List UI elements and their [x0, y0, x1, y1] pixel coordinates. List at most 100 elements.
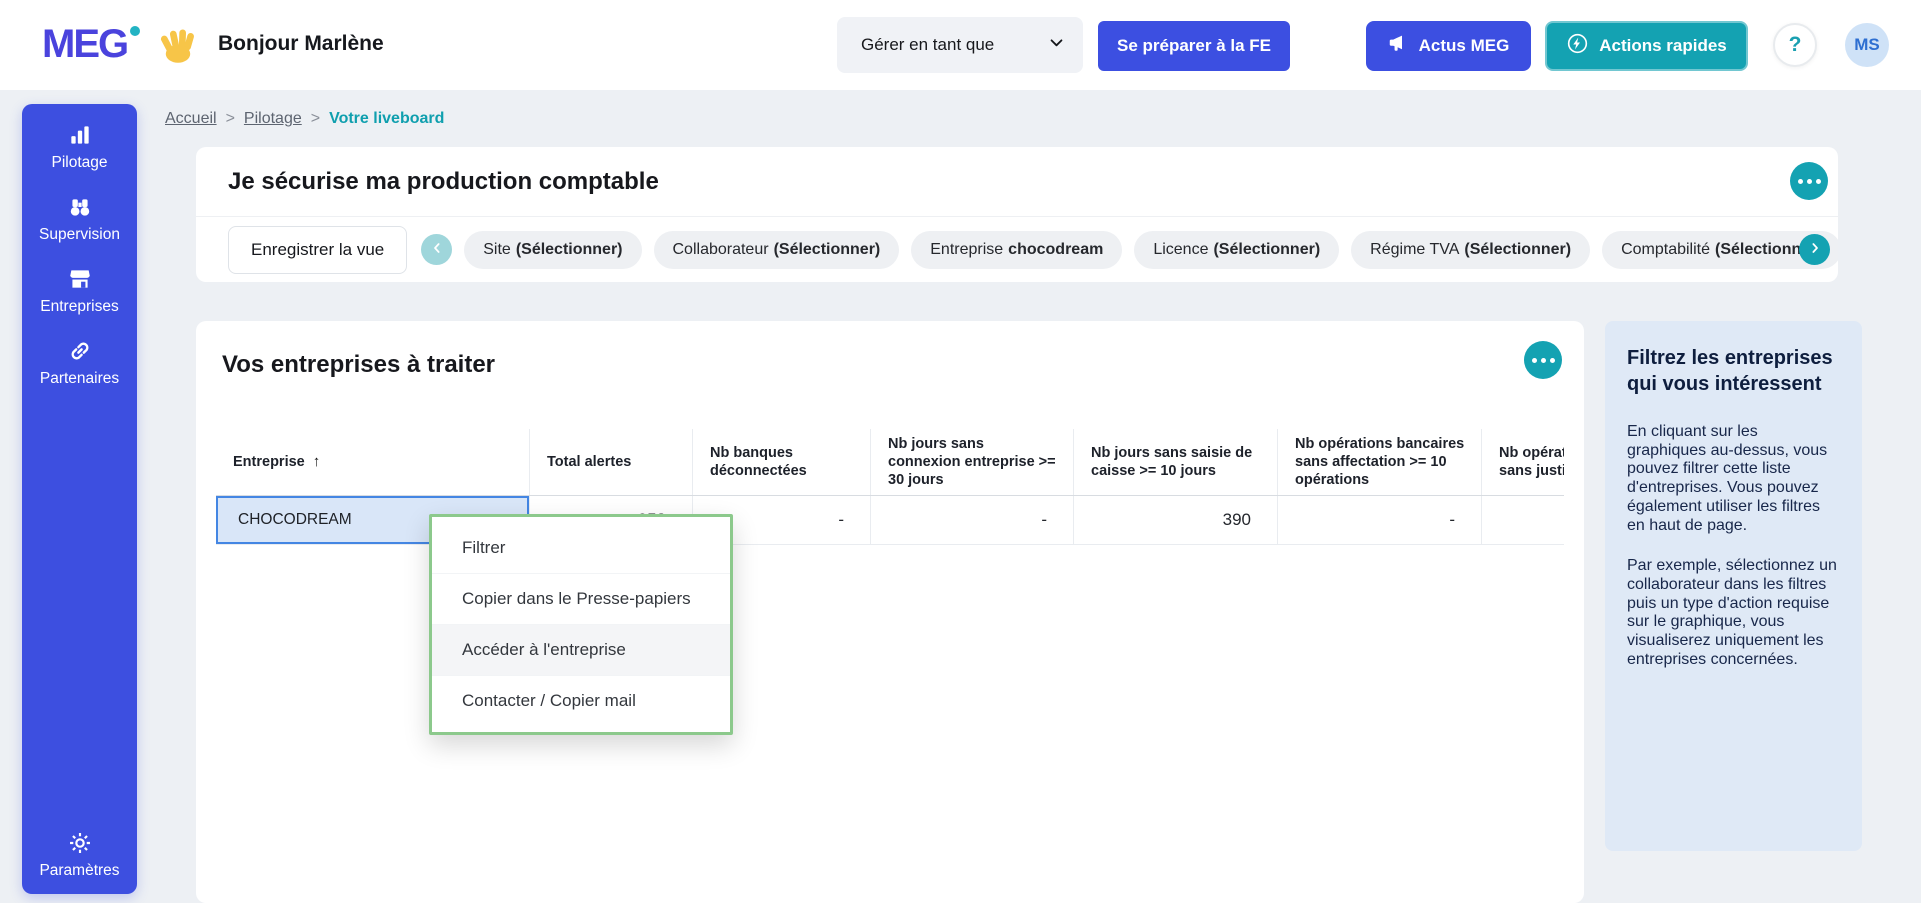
entreprises-table: Entreprise ↑ Total alertes Nb banques dé… [216, 429, 1564, 545]
info-panel-title: Filtrez les entreprises qui vous intéres… [1627, 347, 1833, 395]
sidebar-item-pilotage[interactable]: Pilotage [22, 122, 137, 172]
ellipsis-icon [1797, 178, 1803, 184]
breadcrumb-separator: > [225, 110, 235, 127]
filter-value: (Sélectionner) [773, 240, 881, 258]
sidebar-item-partenaires[interactable]: Partenaires [22, 338, 137, 388]
liveboard-card: Je sécurise ma production comptable Enre… [196, 147, 1838, 282]
ellipsis-icon [1531, 357, 1537, 363]
storefront-icon [67, 266, 93, 292]
filter-value: (Sélectionner) [1213, 240, 1321, 258]
manage-as-dropdown[interactable]: Gérer en tant que [837, 17, 1083, 73]
filters-scroll-left-button[interactable] [421, 234, 453, 265]
breadcrumb-current: Votre liveboard [329, 110, 445, 127]
sidebar-item-entreprises[interactable]: Entreprises [22, 266, 137, 316]
info-panel-paragraph-1: En cliquant sur les graphiques au-dessus… [1627, 423, 1828, 534]
sidebar-label-pilotage: Pilotage [51, 154, 108, 171]
lightning-icon [1566, 32, 1589, 60]
liveboard-more-button[interactable] [1790, 162, 1828, 200]
liveboard-title-row: Je sécurise ma production comptable [196, 147, 1838, 217]
filter-pill-entreprise[interactable]: Entreprise chocodream [911, 230, 1123, 269]
filter-pills: Site (Sélectionner) Collaborateur (Sélec… [464, 230, 1838, 269]
prepare-fe-label: Se préparer à la FE [1116, 36, 1272, 55]
breadcrumb-separator: > [310, 110, 321, 127]
entreprises-card-title: Vos entreprises à traiter [222, 351, 496, 378]
actus-meg-button[interactable]: Actus MEG [1366, 21, 1531, 71]
context-menu-item-contacter-copier-mail[interactable]: Contacter / Copier mail [432, 675, 730, 726]
cell-nb-ops-affectation[interactable]: - [1278, 496, 1482, 544]
cell-nb-ops-justificatif[interactable] [1482, 496, 1564, 544]
logo-text: MEG [42, 22, 129, 66]
entreprises-more-button[interactable] [1524, 341, 1562, 379]
actus-meg-label: Actus MEG [1418, 36, 1510, 55]
bar-chart-icon [67, 122, 93, 148]
filter-value: (Sélectionner) [515, 240, 623, 258]
top-header: MEG Bonjour Marlène Gérer en tant que Se… [0, 0, 1921, 90]
filter-label: Entreprise [930, 240, 1004, 258]
save-view-button[interactable]: Enregistrer la vue [228, 225, 408, 274]
column-header-total-alertes[interactable]: Total alertes [530, 429, 693, 495]
sidebar-item-supervision[interactable]: Supervision [22, 194, 137, 244]
filter-pill-site[interactable]: Site (Sélectionner) [464, 230, 642, 269]
meg-logo[interactable]: MEG [42, 22, 141, 66]
filter-row: Enregistrer la vue Site (Sélectionner) C… [196, 217, 1838, 282]
prepare-fe-button[interactable]: Se préparer à la FE [1098, 21, 1290, 71]
waving-hand-icon [158, 25, 198, 65]
binoculars-icon [67, 194, 93, 220]
breadcrumb-pilotage[interactable]: Pilotage [244, 110, 302, 128]
quick-actions-label: Actions rapides [1599, 36, 1727, 55]
filters-scroll-right-button[interactable] [1799, 234, 1830, 265]
chevron-right-icon [1807, 240, 1823, 259]
meg-app-screen: MEG Bonjour Marlène Gérer en tant que Se… [0, 0, 1921, 911]
ellipsis-icon [1815, 178, 1821, 184]
filter-label: Régime TVA [1370, 240, 1460, 258]
table-row: CHOCODREAM 253 - - 390 - [216, 496, 1564, 545]
sidebar-label-entreprises: Entreprises [40, 298, 119, 315]
table-header-row: Entreprise ↑ Total alertes Nb banques dé… [216, 429, 1564, 496]
main-sidebar: Pilotage Supervision Entreprises Partena… [22, 104, 137, 894]
cell-nb-jours-connexion[interactable]: - [871, 496, 1074, 544]
chevron-down-icon [1048, 34, 1065, 56]
filter-label: Site [483, 240, 511, 258]
column-header-nb-banques[interactable]: Nb banques déconnectées [693, 429, 871, 495]
filter-pill-licence[interactable]: Licence (Sélectionner) [1134, 230, 1340, 269]
context-menu-item-acceder-entreprise[interactable]: Accéder à l'entreprise [432, 624, 730, 675]
sidebar-label-supervision: Supervision [39, 226, 120, 243]
filter-value: (Sélectionner) [1464, 240, 1572, 258]
context-menu-item-filtrer[interactable]: Filtrer [432, 523, 730, 573]
context-menu: Filtrer Copier dans le Presse-papiers Ac… [429, 514, 733, 735]
ellipsis-icon [1806, 178, 1812, 184]
filter-pill-regime-tva[interactable]: Régime TVA (Sélectionner) [1351, 230, 1591, 269]
context-menu-item-copier-presse-papiers[interactable]: Copier dans le Presse-papiers [432, 573, 730, 624]
ellipsis-icon [1549, 357, 1555, 363]
sidebar-label-partenaires: Partenaires [39, 370, 120, 387]
quick-actions-button[interactable]: Actions rapides [1545, 21, 1748, 71]
filter-pill-collaborateur[interactable]: Collaborateur (Sélectionner) [653, 230, 900, 269]
page-bottom-strip [0, 903, 1921, 911]
question-mark-icon: ? [1788, 33, 1802, 56]
user-avatar[interactable]: MS [1845, 23, 1889, 67]
help-button[interactable]: ? [1773, 23, 1817, 67]
filter-value: chocodream [1008, 240, 1104, 258]
column-label: Entreprise [233, 453, 305, 470]
chevron-left-icon [429, 240, 445, 259]
breadcrumb: Accueil > Pilotage > Votre liveboard [165, 110, 444, 128]
megaphone-icon [1388, 33, 1409, 59]
column-header-nb-ops-affectation[interactable]: Nb opérations bancaires sans affectation… [1278, 429, 1482, 495]
filter-label: Comptabilité [1621, 240, 1710, 258]
sort-asc-icon[interactable]: ↑ [313, 453, 321, 472]
column-header-entreprise[interactable]: Entreprise ↑ [216, 429, 530, 495]
entreprises-card: Vos entreprises à traiter Entreprise ↑ T… [196, 321, 1584, 903]
gear-icon [67, 830, 93, 856]
filter-label: Licence [1153, 240, 1209, 258]
column-header-nb-jours-caisse[interactable]: Nb jours sans saisie de caisse >= 10 jou… [1074, 429, 1278, 495]
info-panel: Filtrez les entreprises qui vous intéres… [1605, 321, 1862, 851]
column-header-nb-ops-justificatif[interactable]: Nb opérations bancaires sans justificati… [1482, 429, 1564, 495]
cell-nb-jours-caisse[interactable]: 390 [1074, 496, 1278, 544]
breadcrumb-accueil[interactable]: Accueil [165, 110, 217, 128]
manage-as-label: Gérer en tant que [861, 35, 995, 54]
info-panel-paragraph-2: Par exemple, sélectionnez un collaborate… [1627, 557, 1837, 668]
filter-label: Collaborateur [672, 240, 769, 258]
column-header-nb-jours-connexion[interactable]: Nb jours sans connexion entreprise >= 30… [871, 429, 1074, 495]
sidebar-item-parametres[interactable]: Paramètres [22, 830, 137, 880]
logo-dot-icon [130, 26, 141, 36]
